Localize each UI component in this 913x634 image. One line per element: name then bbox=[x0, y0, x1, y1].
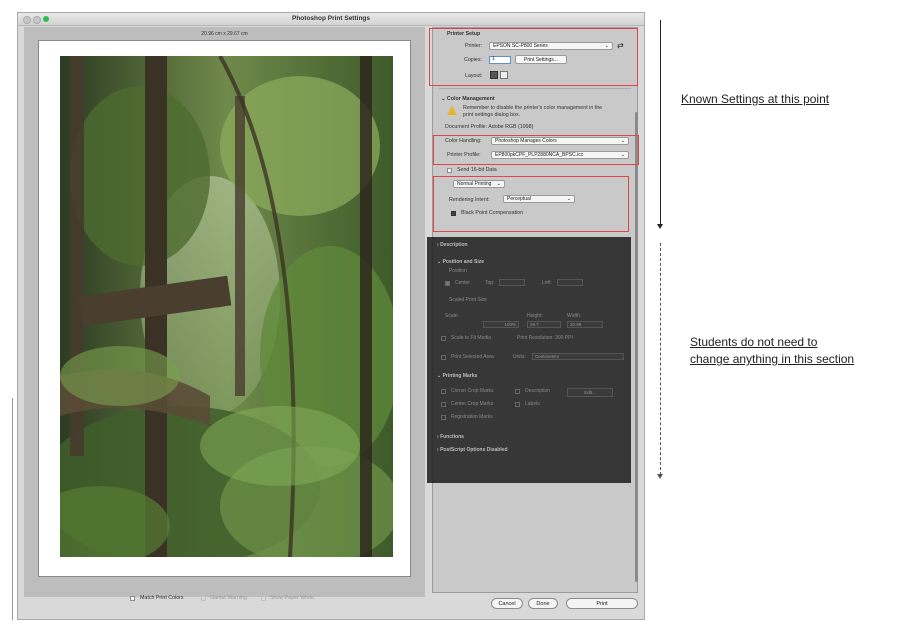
warning-icon bbox=[447, 106, 457, 115]
description-checkbox[interactable] bbox=[515, 389, 520, 394]
left-edge-line bbox=[12, 398, 13, 620]
printing-marks-section[interactable]: ⌄ Printing Marks bbox=[437, 373, 477, 379]
cancel-button[interactable]: Cancel bbox=[491, 598, 523, 609]
units-label: Units: bbox=[513, 354, 526, 360]
color-profile-highlight bbox=[433, 135, 639, 165]
scale-input[interactable]: 100% bbox=[483, 321, 519, 328]
print-preview-pane: 20.96 cm x 29.67 cm bbox=[24, 27, 425, 597]
divider bbox=[439, 88, 631, 89]
position-size-heading: Position and Size bbox=[442, 259, 484, 265]
send-16bit-label: Send 16-bit Data bbox=[457, 167, 497, 173]
color-management-warning: Remember to disable the printer's color … bbox=[463, 105, 603, 118]
left-label: Left: bbox=[542, 280, 552, 286]
done-button[interactable]: Done bbox=[528, 598, 558, 609]
labels-checkbox[interactable] bbox=[515, 402, 520, 407]
height-label: Height: bbox=[527, 313, 543, 319]
match-print-colors-checkbox[interactable] bbox=[130, 596, 135, 601]
title-bar: Photoshop Print Settings bbox=[18, 13, 644, 26]
show-paper-white-checkbox[interactable] bbox=[261, 596, 266, 601]
gamut-warning-checkbox[interactable] bbox=[201, 596, 206, 601]
center-crop-marks-label: Center Crop Marks bbox=[451, 401, 494, 407]
print-resolution-label: Print Resolution: 300 PPI bbox=[517, 335, 573, 341]
scale-to-fit-label: Scale to Fit Media bbox=[451, 335, 492, 341]
paper-preview bbox=[38, 40, 411, 577]
match-print-colors-label: Match Print Colors bbox=[140, 595, 184, 601]
printer-setup-highlight bbox=[429, 28, 638, 86]
scaled-print-size-label: Scaled Print Size bbox=[449, 297, 488, 303]
gamut-warning-label: Gamut Warning bbox=[210, 595, 247, 601]
rendering-highlight bbox=[433, 176, 629, 232]
print-selected-area-label: Print Selected Area bbox=[451, 354, 494, 360]
students-annotation-line2: change anything in this section bbox=[690, 352, 855, 366]
printing-marks-heading: Printing Marks bbox=[442, 373, 478, 379]
edit-button[interactable]: Edit... bbox=[567, 388, 613, 397]
description-checkbox-label: Description bbox=[525, 388, 551, 394]
top-input[interactable] bbox=[499, 279, 525, 286]
print-selected-area-checkbox[interactable] bbox=[441, 355, 446, 360]
corner-crop-marks-checkbox[interactable] bbox=[441, 389, 446, 394]
known-settings-annotation: Known Settings at this point bbox=[681, 92, 830, 106]
show-paper-white-label: Show Paper White bbox=[270, 595, 314, 601]
known-settings-arrow-line bbox=[660, 20, 661, 226]
height-input[interactable]: 29.7 bbox=[527, 321, 561, 328]
forest-photo bbox=[60, 56, 393, 557]
center-label: Center bbox=[455, 280, 471, 286]
registration-marks-label: Registration Marks bbox=[451, 414, 493, 420]
send-16bit-checkbox[interactable] bbox=[447, 168, 452, 173]
color-management-heading[interactable]: ⌄ Color Management bbox=[441, 96, 495, 102]
print-button[interactable]: Print bbox=[566, 598, 638, 609]
students-section-arrow-line bbox=[660, 243, 661, 475]
arrow-down-icon bbox=[657, 474, 663, 479]
print-image-preview bbox=[60, 56, 393, 557]
width-input[interactable]: 20.99 bbox=[567, 321, 603, 328]
dimmed-settings-overlay: › Description ⌄ Position and Size Positi… bbox=[427, 237, 631, 483]
paper-size-label: 20.96 cm x 29.67 cm bbox=[201, 31, 248, 37]
labels-label: Labels bbox=[525, 401, 540, 407]
position-size-section[interactable]: ⌄ Position and Size bbox=[437, 259, 484, 265]
top-label: Top: bbox=[485, 280, 495, 286]
center-checkbox[interactable] bbox=[445, 281, 450, 286]
description-section[interactable]: › Description bbox=[437, 242, 468, 248]
functions-section[interactable]: › Functions bbox=[437, 434, 464, 440]
postscript-heading: PostScript Options Disabled bbox=[440, 447, 508, 453]
description-heading: Description bbox=[440, 242, 468, 248]
postscript-section[interactable]: › PostScript Options Disabled bbox=[437, 447, 508, 453]
document-profile: Document Profile: Adobe RGB (1998) bbox=[445, 124, 534, 130]
width-label: Width: bbox=[567, 313, 582, 319]
left-input[interactable] bbox=[557, 279, 583, 286]
corner-crop-marks-label: Corner Crop Marks bbox=[451, 388, 494, 394]
settings-scrollbar[interactable] bbox=[635, 112, 638, 582]
students-annotation-line1: Students do not need to bbox=[690, 335, 818, 349]
position-group-label: Position bbox=[449, 268, 467, 274]
window-title: Photoshop Print Settings bbox=[292, 15, 370, 22]
registration-marks-checkbox[interactable] bbox=[441, 415, 446, 420]
scale-to-fit-checkbox[interactable] bbox=[441, 336, 446, 341]
arrow-down-icon bbox=[657, 224, 663, 229]
color-management-heading-text: Color Management bbox=[446, 96, 495, 102]
scale-label: Scale: bbox=[445, 313, 459, 319]
center-crop-marks-checkbox[interactable] bbox=[441, 402, 446, 407]
units-value: Centimeters bbox=[535, 354, 560, 359]
units-select[interactable]: Centimeters bbox=[532, 353, 624, 360]
functions-heading: Functions bbox=[440, 434, 464, 440]
